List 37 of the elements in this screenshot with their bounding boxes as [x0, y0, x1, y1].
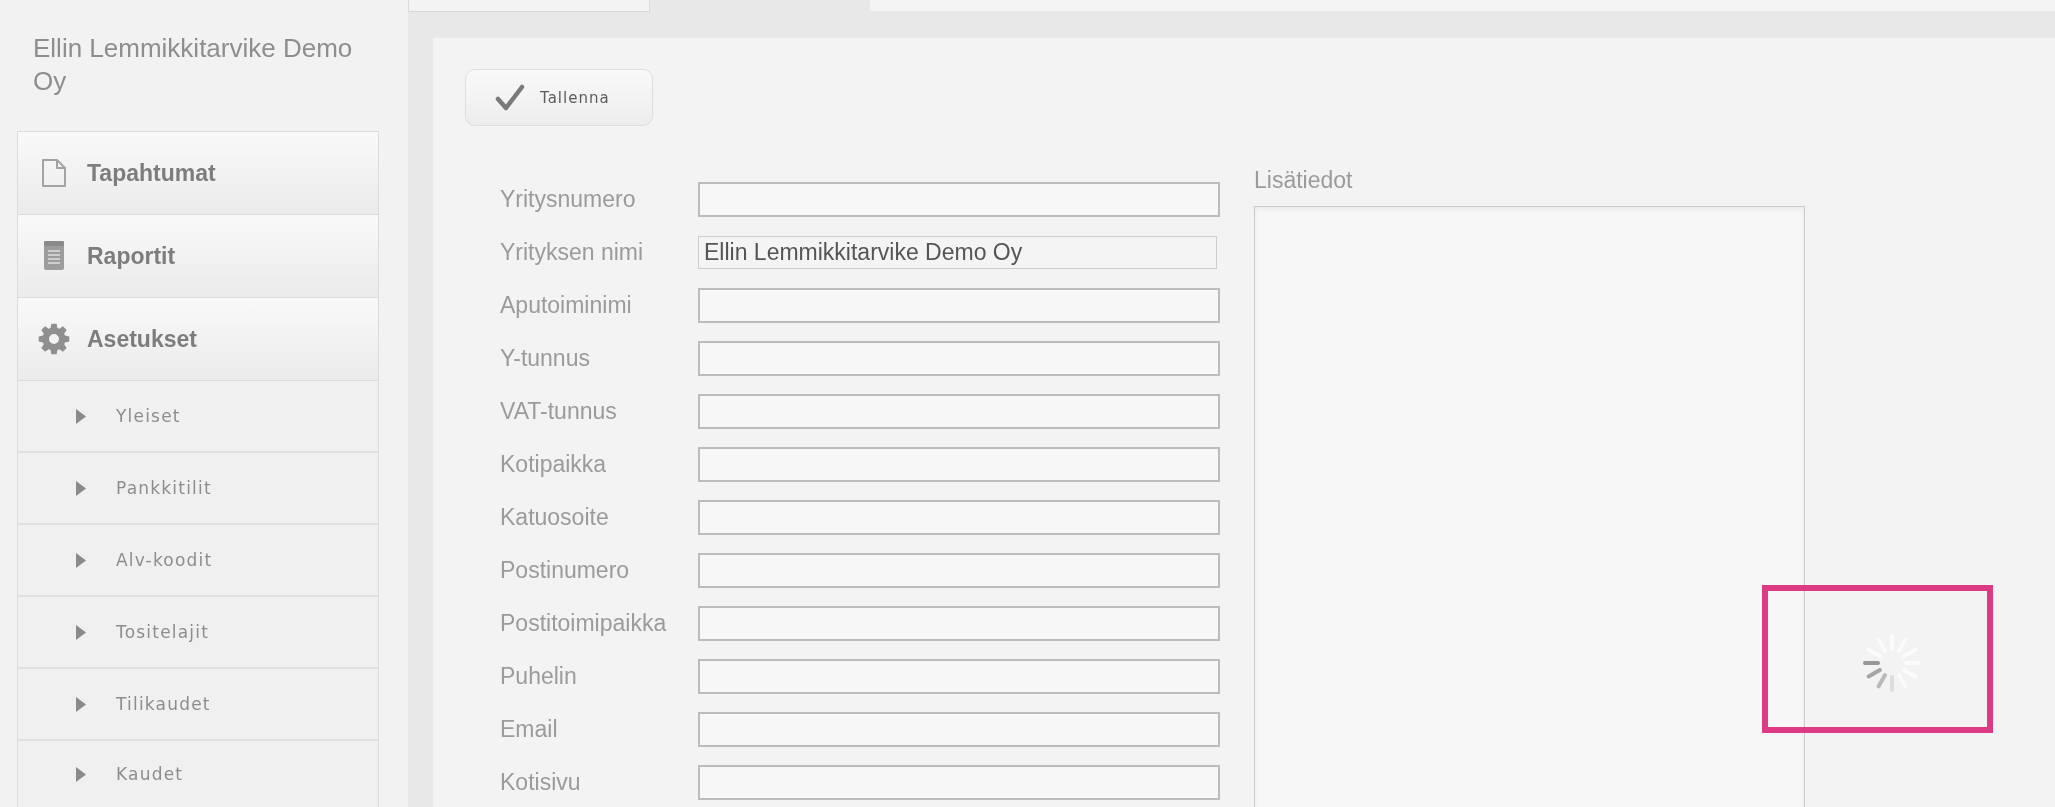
field-label: Katuosoite: [500, 504, 610, 531]
nav-item[interactable]: Raportit: [18, 215, 378, 298]
checkmark-icon: [495, 84, 525, 111]
gear-icon: [38, 323, 70, 355]
text-field[interactable]: [698, 659, 1220, 694]
text-field[interactable]: [698, 500, 1220, 535]
text-field[interactable]: [698, 765, 1220, 800]
text-field[interactable]: [698, 341, 1220, 376]
text-field[interactable]: [698, 606, 1220, 641]
loading-spinner-icon: [1862, 633, 1922, 693]
text-field[interactable]: [698, 447, 1220, 482]
nav-item[interactable]: Asetukset: [18, 298, 378, 381]
notes-label: Lisätiedot: [1254, 167, 1354, 193]
save-button[interactable]: Tallenna: [465, 69, 653, 126]
nav-item[interactable]: Tapahtumat: [18, 132, 378, 215]
field-label: Aputoiminimi: [500, 292, 633, 319]
field-label: Kotisivu: [500, 769, 582, 796]
field-label: Y-tunnus: [500, 345, 591, 372]
text-field[interactable]: [698, 553, 1220, 588]
text-field[interactable]: Ellin Lemmikkitarvike Demo Oy: [698, 236, 1217, 269]
field-label: Kotipaikka: [500, 451, 608, 478]
field-label: Postinumero: [500, 557, 631, 584]
text-field[interactable]: [698, 182, 1220, 217]
tab[interactable]: [408, 0, 650, 12]
text-field[interactable]: [698, 712, 1220, 747]
field-label: Puhelin: [500, 663, 578, 690]
company-name: Ellin Lemmikkitarvike Demo Oy: [33, 32, 354, 98]
text-field[interactable]: [698, 394, 1220, 429]
field-label: Postitoimipaikka: [500, 610, 668, 637]
field-label: VAT-tunnus: [500, 398, 618, 425]
document-icon: [42, 159, 66, 187]
notepad-icon: [42, 241, 66, 271]
text-field[interactable]: [698, 288, 1220, 323]
field-label: Yritysnumero: [500, 186, 637, 213]
notes-field[interactable]: [1254, 206, 1805, 807]
field-label: Yrityksen nimi: [500, 239, 645, 266]
field-label: Email: [500, 716, 559, 743]
